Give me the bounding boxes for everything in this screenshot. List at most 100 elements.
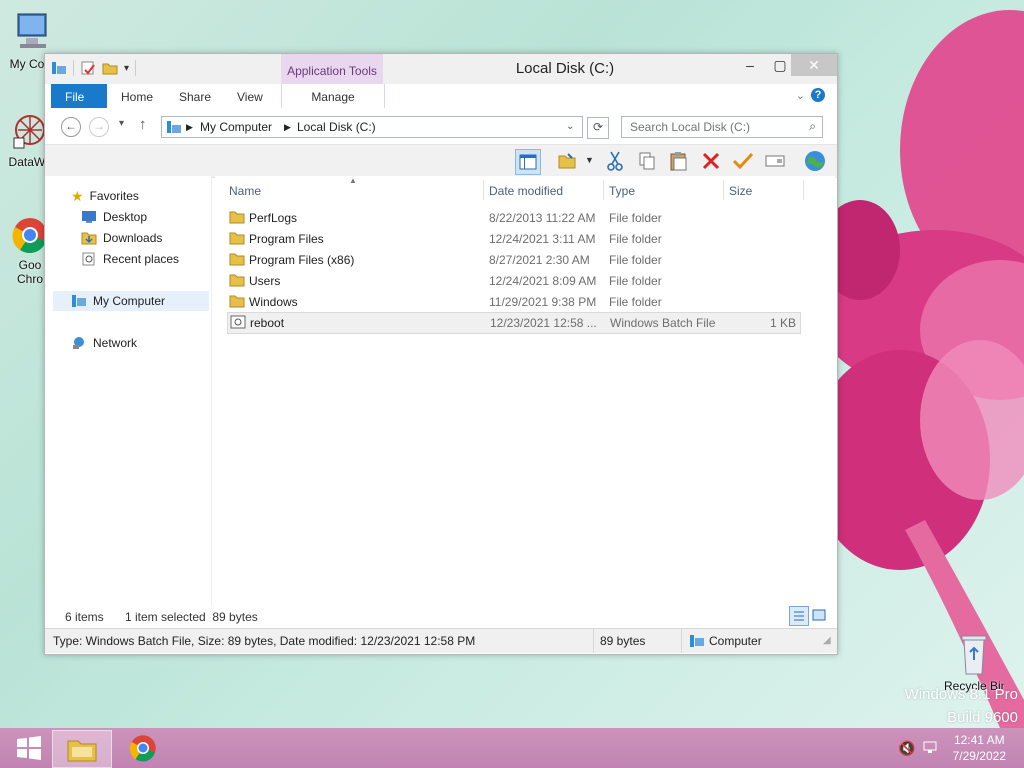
tab-home[interactable]: Home: [107, 84, 167, 108]
properties-icon[interactable]: [80, 60, 96, 76]
move-to-dropdown-icon[interactable]: ▼: [585, 155, 594, 165]
paste-icon: [670, 152, 687, 171]
app-shortcut-icon: [13, 115, 45, 149]
desktop-icon-recycle-bin[interactable]: Recycle Bin: [944, 630, 1004, 693]
nav-my-computer[interactable]: My Computer: [53, 291, 209, 311]
status-divider: [681, 629, 682, 653]
column-header-type[interactable]: Type: [609, 180, 635, 202]
details-view-button[interactable]: [789, 606, 809, 626]
forward-button[interactable]: →: [89, 117, 109, 137]
column-divider[interactable]: [723, 180, 724, 200]
move-to-button[interactable]: [555, 149, 579, 173]
help-icon[interactable]: ?: [811, 88, 825, 102]
breadcrumb-my-computer[interactable]: My Computer: [200, 120, 272, 134]
tab-share[interactable]: Share: [165, 84, 225, 108]
tab-view[interactable]: View: [223, 84, 277, 108]
file-row[interactable]: Program Files (x86) 8/27/2021 2:30 AM Fi…: [227, 250, 801, 270]
search-input[interactable]: [628, 117, 802, 137]
large-icons-view-button[interactable]: [811, 607, 829, 625]
title-bar[interactable]: ▾ Application Tools Local Disk (C:) – ▢ …: [45, 54, 837, 84]
back-button[interactable]: ←: [61, 117, 81, 137]
file-name: Program Files (x86): [249, 253, 355, 267]
copy-icon: [639, 152, 655, 170]
recycle-bin-icon: [961, 635, 987, 675]
folder-move-icon: [558, 153, 576, 169]
status-bar: Type: Windows Batch File, Size: 89 bytes…: [45, 628, 837, 653]
status-location: Computer: [709, 634, 762, 648]
column-divider[interactable]: [603, 180, 604, 200]
resize-grip-icon[interactable]: ◢: [823, 635, 831, 646]
nav-favorites-label: Favorites: [89, 189, 139, 203]
computer-app-icon[interactable]: [51, 60, 67, 76]
item-count: 6 items: [65, 610, 104, 624]
column-divider[interactable]: [803, 180, 804, 200]
status-size: 89 bytes: [600, 634, 646, 648]
delete-button[interactable]: [699, 149, 723, 173]
nav-network[interactable]: Network: [71, 333, 137, 353]
customize-qat-icon[interactable]: ▾: [124, 63, 129, 74]
file-row-selected[interactable]: reboot 12/23/2021 12:58 ... Windows Batc…: [227, 312, 801, 334]
chrome-icon: [129, 735, 156, 762]
address-box[interactable]: ▶ My Computer ▶ Local Disk (C:) ⌄: [161, 116, 583, 138]
checkmark-icon: [733, 152, 753, 170]
file-date: 11/29/2021 9:38 PM: [489, 295, 597, 309]
properties-button[interactable]: [763, 149, 787, 173]
paste-button[interactable]: [667, 149, 691, 173]
volume-muted-icon[interactable]: 🔇: [898, 740, 915, 757]
cut-button[interactable]: [603, 149, 627, 173]
star-icon: ★: [71, 187, 84, 204]
folder-icon: [229, 274, 245, 287]
command-toolbar: ▼: [45, 144, 837, 178]
breadcrumb-local-disk[interactable]: Local Disk (C:): [297, 120, 376, 134]
tab-file[interactable]: File: [51, 84, 107, 108]
system-clock[interactable]: 12:41 AM 7/29/2022: [953, 732, 1006, 764]
file-name: Windows: [249, 295, 298, 309]
search-icon[interactable]: ⌕: [809, 119, 816, 134]
details-view-icon: [794, 611, 804, 621]
expand-ribbon-icon[interactable]: ⌄: [796, 89, 805, 102]
file-row[interactable]: Users 12/24/2021 8:09 AM File folder: [227, 271, 801, 291]
tab-manage[interactable]: Manage: [281, 84, 385, 108]
breadcrumb-sep-icon: ▶: [284, 122, 291, 132]
monitor-icon: [17, 13, 47, 48]
breadcrumb-sep-icon: ▶: [186, 122, 193, 132]
column-header-date[interactable]: Date modified: [489, 180, 563, 202]
nav-desktop[interactable]: Desktop: [81, 207, 147, 227]
os-watermark: Windows 8.1 Pro Build 9600: [905, 686, 1018, 726]
column-header-name[interactable]: Name: [229, 180, 261, 202]
address-dropdown-icon[interactable]: ⌄: [566, 121, 574, 132]
file-row[interactable]: Program Files 12/24/2021 3:11 AM File fo…: [227, 229, 801, 249]
file-list: ▲ Name Date modified Type Size PerfLogs …: [215, 176, 835, 606]
copy-button[interactable]: [635, 149, 659, 173]
file-date: 12/24/2021 3:11 AM: [489, 232, 596, 246]
column-divider[interactable]: [483, 180, 484, 200]
rename-button[interactable]: [731, 149, 755, 173]
globe-icon: [805, 151, 825, 171]
status-summary: 6 items 1 item selected 89 bytes: [45, 606, 837, 628]
new-folder-icon[interactable]: [102, 60, 118, 76]
computer-icon: [72, 295, 86, 307]
nav-favorites[interactable]: ★ Favorites: [71, 186, 139, 206]
file-row[interactable]: Windows 11/29/2021 9:38 PM File folder: [227, 292, 801, 312]
start-button[interactable]: [0, 730, 58, 766]
computer-location-icon: [167, 121, 181, 133]
network-tray-icon[interactable]: [922, 739, 938, 755]
batch-file-icon: [230, 315, 246, 329]
folder-icon: [229, 253, 245, 266]
globe-button[interactable]: [803, 149, 827, 173]
file-row[interactable]: PerfLogs 8/22/2013 11:22 AM File folder: [227, 208, 801, 228]
recent-locations-icon[interactable]: ▾: [119, 118, 124, 129]
nav-downloads[interactable]: Downloads: [81, 228, 162, 248]
refresh-button[interactable]: ⟳: [587, 117, 609, 139]
recent-places-icon: [82, 252, 95, 266]
search-box: ⌕: [621, 116, 823, 138]
taskbar-chrome[interactable]: [114, 730, 172, 766]
file-size: 1 KB: [769, 316, 796, 330]
nav-recent-places[interactable]: Recent places: [81, 249, 179, 269]
up-button[interactable]: ↑: [139, 116, 147, 133]
minimize-button[interactable]: –: [735, 54, 765, 76]
taskbar-file-explorer[interactable]: [52, 730, 112, 768]
preview-pane-button[interactable]: [515, 149, 541, 175]
column-header-size[interactable]: Size: [729, 180, 752, 202]
close-button[interactable]: ✕: [791, 54, 837, 76]
